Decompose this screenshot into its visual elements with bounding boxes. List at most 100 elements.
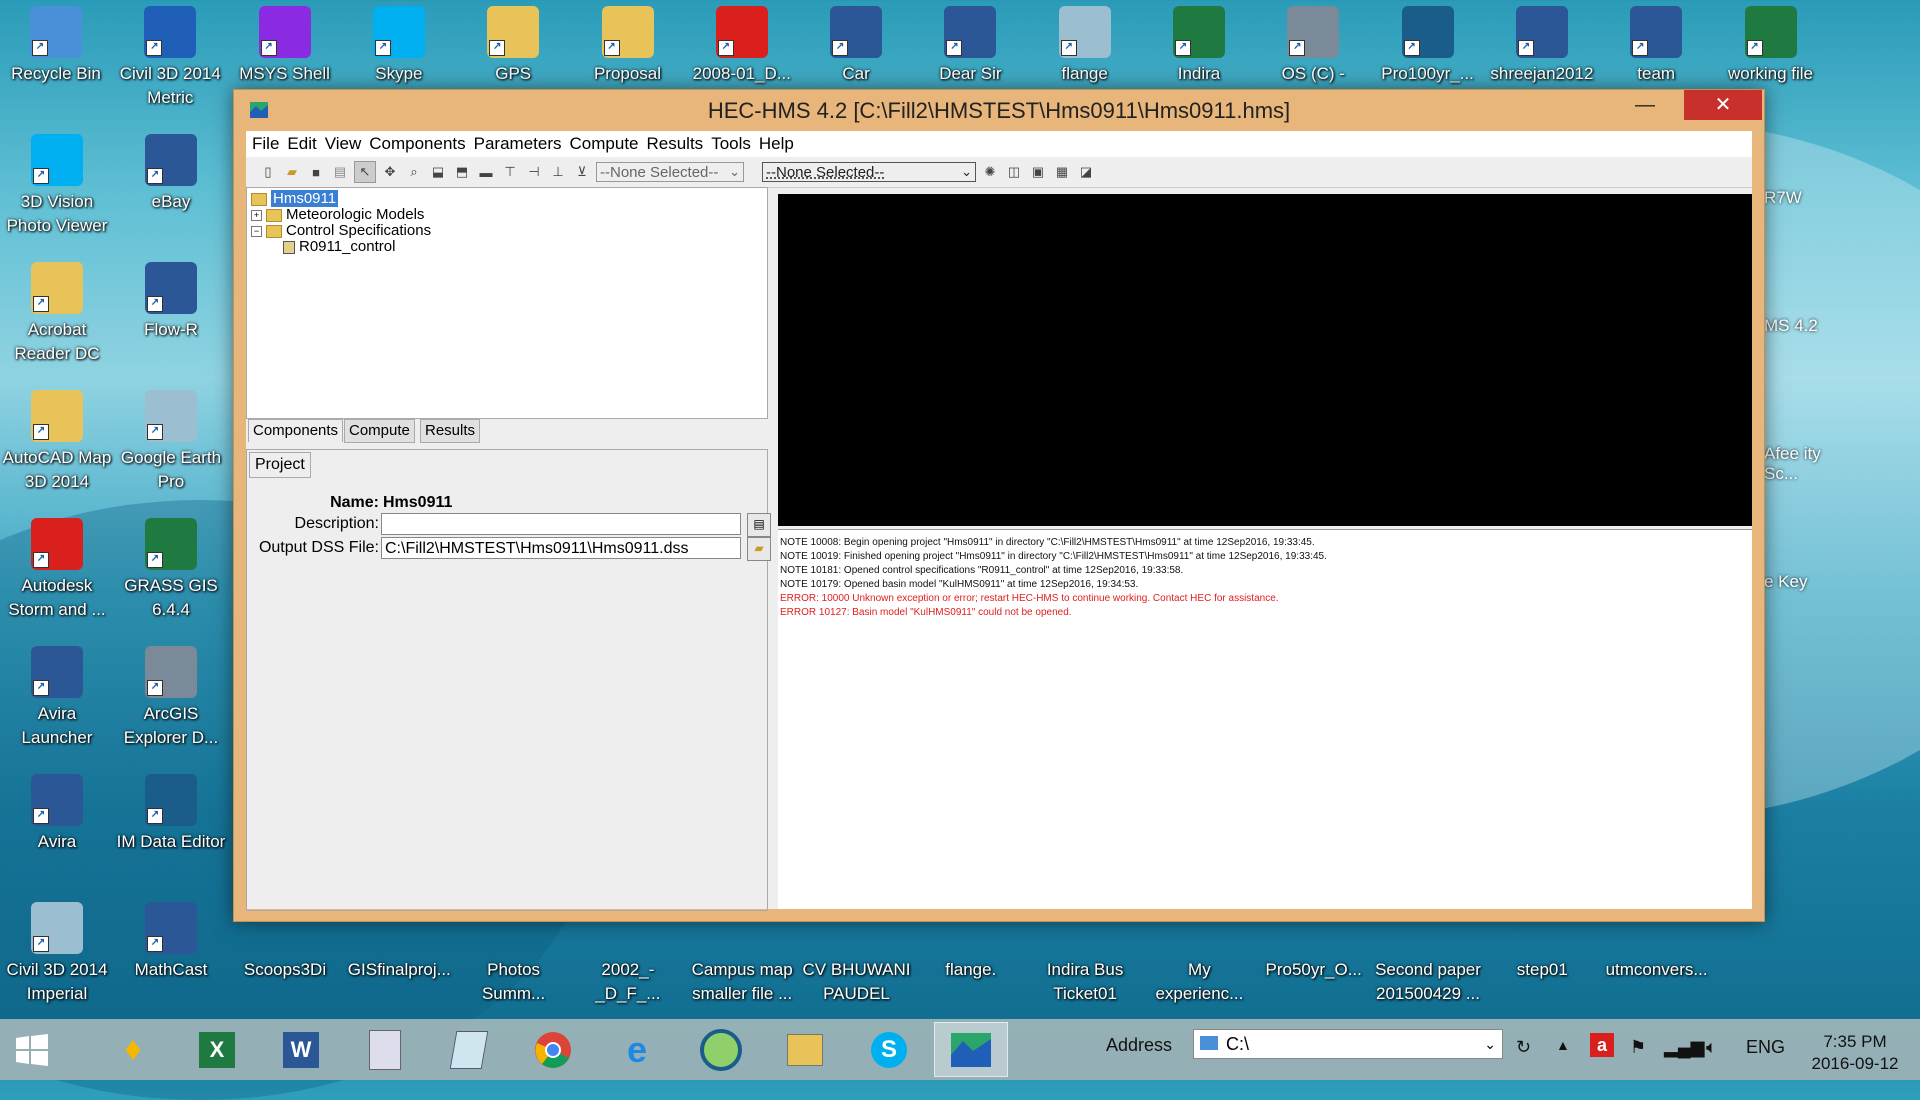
menu-edit[interactable]: Edit bbox=[285, 134, 322, 154]
close-button[interactable]: ✕ bbox=[1684, 90, 1762, 120]
tree-node-project[interactable]: Hms0911 bbox=[251, 190, 339, 207]
tab-components[interactable]: Components bbox=[248, 419, 344, 442]
description-field[interactable] bbox=[381, 513, 741, 535]
desktop-icon[interactable]: ↗ Avira Launcher bbox=[2, 640, 112, 762]
junction-tool-icon[interactable]: ⊤ bbox=[500, 162, 520, 182]
subbasin-tool-icon[interactable]: ⬓ bbox=[428, 162, 448, 182]
open-project-icon[interactable]: ▰ bbox=[282, 162, 302, 182]
desktop-icon[interactable]: ↗ GRASS GIS 6.4.4 bbox=[116, 512, 226, 634]
desktop-icon-label[interactable]: MS 4.2 bbox=[1764, 316, 1844, 336]
title-bar[interactable]: HEC-HMS 4.2 [C:\Fill2\HMSTEST\Hms0911\Hm… bbox=[234, 90, 1764, 132]
collapse-icon[interactable]: − bbox=[251, 225, 262, 237]
desktop-icon[interactable]: ↗ Flow-R bbox=[116, 256, 226, 378]
desktop-icon[interactable]: Pro50yr_O... bbox=[1259, 922, 1369, 1018]
tree-node-control-specifications[interactable]: − Control Specifications bbox=[251, 223, 431, 239]
new-project-icon[interactable]: ▯ bbox=[258, 162, 278, 182]
tab-project[interactable]: Project bbox=[249, 452, 311, 478]
desktop-icon[interactable]: ↗ Avira bbox=[2, 768, 112, 890]
volume-icon[interactable]: 🔈︎ bbox=[1706, 1037, 1717, 1058]
zoom-tool-icon[interactable]: ⌕ bbox=[404, 162, 424, 182]
browse-folder-icon[interactable]: ▰ bbox=[747, 537, 771, 561]
compute-run-icon[interactable]: ✺ bbox=[980, 162, 1000, 182]
taskbar-chrome[interactable] bbox=[516, 1022, 590, 1077]
menu-help[interactable]: Help bbox=[757, 134, 800, 154]
desktop-icon[interactable]: ↗ Civil 3D 2014 Metric bbox=[115, 0, 225, 122]
taskbar-hec-hms[interactable] bbox=[934, 1022, 1008, 1077]
taskbar-magnifier-app[interactable] bbox=[684, 1022, 758, 1077]
description-editor-icon[interactable]: ▤ bbox=[747, 513, 771, 537]
desktop-icon[interactable]: utmconvers... bbox=[1602, 922, 1712, 1018]
desktop-icon[interactable]: ↗ Recycle Bin bbox=[1, 0, 111, 122]
tab-results[interactable]: Results bbox=[420, 419, 481, 443]
desktop-icon[interactable]: 2002_-_D_F_... bbox=[573, 922, 683, 1018]
compute-select-combo[interactable]: --None Selected-- ⌄ bbox=[762, 162, 976, 182]
chevron-down-icon[interactable]: ⌄ bbox=[1484, 1030, 1496, 1058]
desktop-icon[interactable]: Photos Summ... bbox=[459, 922, 569, 1018]
run-select-combo[interactable]: --None Selected-- ⌄ bbox=[596, 162, 744, 182]
taskbar-word[interactable]: W bbox=[264, 1022, 338, 1077]
menu-compute[interactable]: Compute bbox=[568, 134, 645, 154]
menu-tools[interactable]: Tools bbox=[709, 134, 757, 154]
sink-tool-icon[interactable]: ⊻ bbox=[572, 162, 592, 182]
pan-tool-icon[interactable]: ✥ bbox=[380, 162, 400, 182]
desktop-icon[interactable]: ↗ Acrobat Reader DC bbox=[2, 256, 112, 378]
expand-icon[interactable]: + bbox=[251, 209, 262, 221]
watershed-explorer-tree[interactable]: Hms0911 + Meteorologic Models − Control Sp… bbox=[246, 187, 768, 419]
desktop-icon[interactable]: CV BHUWANI PAUDEL bbox=[802, 922, 912, 1018]
desktop-icon-label[interactable]: Afee ity Sc... bbox=[1764, 444, 1844, 484]
reservoir-tool-icon[interactable]: ▬ bbox=[476, 162, 496, 182]
taskbar-flow-r[interactable]: ♦ bbox=[96, 1022, 170, 1077]
address-toolbar-input[interactable]: C:\ ⌄ bbox=[1193, 1029, 1503, 1059]
reach-tool-icon[interactable]: ⬒ bbox=[452, 162, 472, 182]
results-global-icon[interactable]: ◪ bbox=[1076, 162, 1096, 182]
desktop-icon[interactable]: ↗ eBay bbox=[116, 128, 226, 250]
desktop-icon[interactable]: My experienc... bbox=[1144, 922, 1254, 1018]
desktop-icon[interactable]: step01 bbox=[1487, 922, 1597, 1018]
desktop-icon[interactable]: ↗ 3D Vision Photo Viewer bbox=[2, 128, 112, 250]
output-dss-field[interactable]: C:\Fill2\HMSTEST\Hms0911\Hms0911.dss bbox=[381, 537, 741, 559]
menu-file[interactable]: File bbox=[250, 134, 285, 154]
desktop-icon[interactable]: ↗ ArcGIS Explorer D... bbox=[116, 640, 226, 762]
results-table-icon[interactable]: ▦ bbox=[1052, 162, 1072, 182]
menu-view[interactable]: View bbox=[323, 134, 368, 154]
taskbar-skype[interactable]: S bbox=[852, 1022, 926, 1077]
diversion-tool-icon[interactable]: ⊣ bbox=[524, 162, 544, 182]
show-hidden-icons[interactable]: ▲ bbox=[1556, 1037, 1570, 1053]
desktop-icon[interactable]: Indira Bus Ticket01 bbox=[1030, 922, 1140, 1018]
tree-node-control-spec-item[interactable]: R0911_control bbox=[283, 239, 395, 255]
desktop-icon-label[interactable]: e Key bbox=[1764, 572, 1844, 592]
arrow-tool-icon[interactable]: ↖ bbox=[354, 161, 376, 183]
taskbar-network-app[interactable] bbox=[768, 1022, 842, 1077]
results-graph-icon[interactable]: ◫ bbox=[1004, 162, 1024, 182]
tree-node-meteorologic-models[interactable]: + Meteorologic Models bbox=[251, 207, 424, 223]
desktop-icon[interactable]: ↗ Google Earth Pro bbox=[116, 384, 226, 506]
print-icon[interactable]: ▤ bbox=[330, 162, 350, 182]
desktop-icon[interactable]: ↗ Autodesk Storm and ... bbox=[2, 512, 112, 634]
taskbar-excel[interactable]: X bbox=[180, 1022, 254, 1077]
basin-map-canvas[interactable] bbox=[778, 194, 1752, 526]
language-indicator[interactable]: ENG bbox=[1746, 1037, 1785, 1058]
desktop-icon[interactable]: ↗ Civil 3D 2014 Imperial bbox=[2, 896, 112, 1018]
desktop-icon-label[interactable]: R7W bbox=[1764, 188, 1844, 208]
results-summary-icon[interactable]: ▣ bbox=[1028, 162, 1048, 182]
menu-results[interactable]: Results bbox=[645, 134, 710, 154]
desktop-icon[interactable]: ↗ AutoCAD Map 3D 2014 bbox=[2, 384, 112, 506]
menu-components[interactable]: Components bbox=[367, 134, 471, 154]
minimize-button[interactable]: — bbox=[1616, 90, 1674, 120]
desktop-icon[interactable]: Campus map smaller file ... bbox=[687, 922, 797, 1018]
network-signal-icon[interactable]: ▂▄▆ bbox=[1664, 1037, 1704, 1058]
desktop-icon[interactable]: Scoops3Di bbox=[230, 922, 340, 1018]
taskbar-internet-explorer[interactable]: e bbox=[600, 1022, 674, 1077]
desktop-icon[interactable]: flange. bbox=[916, 922, 1026, 1018]
avira-tray-icon[interactable]: a bbox=[1590, 1033, 1614, 1057]
refresh-icon[interactable]: ↻ bbox=[1516, 1037, 1531, 1058]
save-project-icon[interactable]: ■ bbox=[306, 162, 326, 182]
taskbar-calculator[interactable] bbox=[348, 1022, 422, 1077]
action-center-flag-icon[interactable]: ⚑ bbox=[1630, 1037, 1646, 1058]
clock[interactable]: 7:35 PM 2016-09-12 bbox=[1790, 1031, 1920, 1075]
desktop-icon[interactable]: ↗ IM Data Editor bbox=[116, 768, 226, 890]
source-tool-icon[interactable]: ⊥ bbox=[548, 162, 568, 182]
start-button[interactable] bbox=[0, 1022, 64, 1077]
taskbar-notepad[interactable] bbox=[432, 1022, 506, 1077]
desktop-icon[interactable]: GISfinalproj... bbox=[344, 922, 454, 1018]
